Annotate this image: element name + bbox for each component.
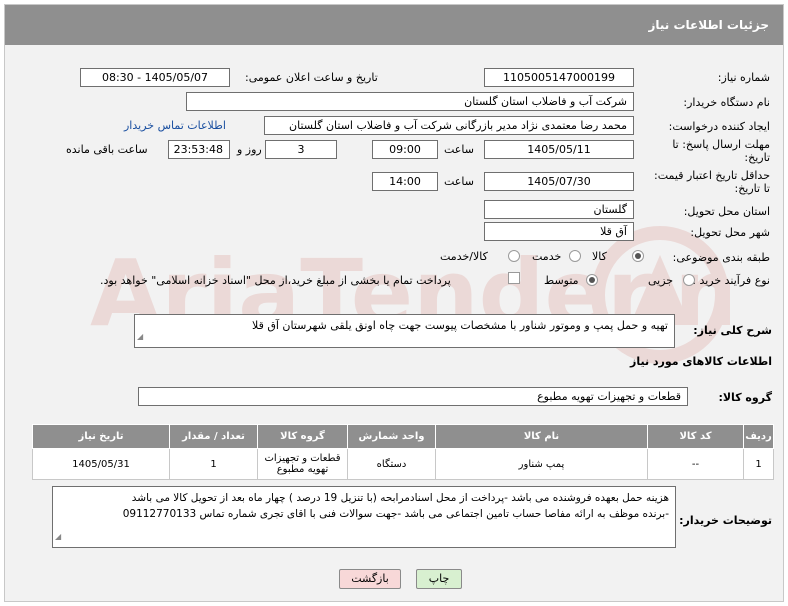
process-option-minor: جزیی: [648, 274, 674, 287]
reply-date-field: 1405/05/11: [484, 140, 634, 159]
buyer-notes-line-2: -برنده موظف به ارائه مفاصا حساب تامین اج…: [122, 508, 669, 520]
cell-unit: دستگاه: [347, 448, 436, 480]
buyer-org-label: نام دستگاه خریدار:: [683, 96, 770, 109]
panel-header: جزئیات اطلاعات نیاز: [5, 5, 783, 45]
remaining-time-field: 23:53:48: [168, 140, 230, 159]
resize-handle-icon: ◢: [137, 332, 144, 341]
col-quantity: تعداد / مقدار: [169, 424, 258, 449]
cell-need-date: 1405/05/31: [32, 448, 170, 480]
buyer-notes-label: توضیحات خریدار:: [679, 514, 772, 527]
category-radio-goods-service[interactable]: [508, 250, 520, 262]
validity-time-label: ساعت: [444, 175, 474, 188]
announce-date-field: 1405/05/07 - 08:30: [80, 68, 230, 87]
price-validity-label-2: تا تاریخ:: [734, 182, 770, 195]
province-label: استان محل تحویل:: [683, 205, 770, 218]
buyer-org-field: شرکت آب و فاضلاب استان گلستان: [186, 92, 634, 111]
validity-date-field: 1405/07/30: [484, 172, 634, 191]
reply-days-field: 3: [265, 140, 337, 159]
city-label: شهر محل تحویل:: [690, 226, 770, 239]
process-radio-minor[interactable]: [683, 274, 695, 286]
category-option-goods: کالا: [592, 250, 607, 263]
page-title: جزئیات اطلاعات نیاز: [648, 18, 769, 32]
col-need-date: تاریخ نیاز: [32, 424, 170, 449]
category-option-goods-service: کالا/خدمت: [440, 250, 488, 263]
cell-name: پمپ شناور: [435, 448, 648, 480]
announce-date-label: تاریخ و ساعت اعلان عمومی:: [245, 71, 378, 84]
need-number-field: 1105005147000199: [484, 68, 634, 87]
category-radio-goods[interactable]: [632, 250, 644, 262]
remaining-time-label: ساعت باقی مانده: [66, 143, 148, 156]
goods-info-title: اطلاعات کالاهای مورد نیاز: [630, 355, 772, 368]
days-label: روز و: [237, 143, 262, 156]
table-row: 1 -- پمپ شناور دستگاه قطعات و تجهیزات ته…: [32, 448, 774, 480]
category-radio-service[interactable]: [569, 250, 581, 262]
description-text: تهیه و حمل پمپ و وموتور شناور با مشخصات …: [252, 319, 668, 332]
goods-table: ردیف کد کالا نام کالا واحد شمارش گروه کا…: [32, 424, 774, 480]
print-button[interactable]: چاپ: [416, 569, 462, 589]
category-label: طبقه بندی موضوعی:: [672, 251, 770, 264]
process-radio-medium[interactable]: [586, 274, 598, 286]
reply-time-field: 09:00: [372, 140, 438, 159]
resize-handle-icon: ◢: [55, 532, 62, 541]
col-row: ردیف: [743, 424, 774, 449]
back-button[interactable]: بازگشت: [339, 569, 401, 589]
buyer-notes-line-1: هزینه حمل بعهده فروشنده می باشد -پرداخت …: [131, 492, 669, 504]
treasury-payment-checkbox[interactable]: [508, 272, 520, 284]
description-textarea[interactable]: تهیه و حمل پمپ و وموتور شناور با مشخصات …: [134, 314, 675, 348]
reply-deadline-label-2: تاریخ:: [744, 151, 770, 164]
process-option-medium: متوسط: [544, 274, 579, 287]
treasury-payment-note: پرداخت تمام یا بخشی از مبلغ خرید،از محل …: [100, 274, 451, 287]
city-field: آق قلا: [484, 222, 634, 241]
cell-code: --: [647, 448, 744, 480]
col-group: گروه کالا: [257, 424, 348, 449]
cell-row: 1: [743, 448, 774, 480]
category-option-service: خدمت: [532, 250, 562, 263]
creator-label: ایجاد کننده درخواست:: [668, 120, 770, 133]
col-name: نام کالا: [435, 424, 648, 449]
table-header-row: ردیف کد کالا نام کالا واحد شمارش گروه کا…: [32, 424, 774, 449]
reply-time-label: ساعت: [444, 143, 474, 156]
description-label: شرح کلی نیاز:: [693, 324, 772, 337]
buyer-contact-link[interactable]: اطلاعات تماس خریدار: [124, 119, 226, 132]
cell-group: قطعات و تجهیزات تهویه مطبوع: [257, 448, 348, 480]
creator-field: محمد رضا معتمدی نژاد مدیر بازرگانی شرکت …: [264, 116, 634, 135]
col-unit: واحد شمارش: [347, 424, 436, 449]
goods-group-field: قطعات و تجهیزات تهویه مطبوع: [138, 387, 688, 406]
buyer-notes-textarea[interactable]: هزینه حمل بعهده فروشنده می باشد -پرداخت …: [52, 486, 676, 548]
col-code: کد کالا: [647, 424, 744, 449]
validity-time-field: 14:00: [372, 172, 438, 191]
need-number-label: شماره نیاز:: [717, 71, 770, 84]
province-field: گلستان: [484, 200, 634, 219]
process-type-label: نوع فرآیند خرید :: [692, 274, 770, 287]
reply-deadline-label: مهلت ارسال پاسخ: تا: [672, 138, 770, 151]
price-validity-label: حداقل تاریخ اعتبار قیمت:: [654, 169, 770, 182]
goods-group-label: گروه کالا:: [718, 391, 772, 404]
cell-quantity: 1: [169, 448, 258, 480]
